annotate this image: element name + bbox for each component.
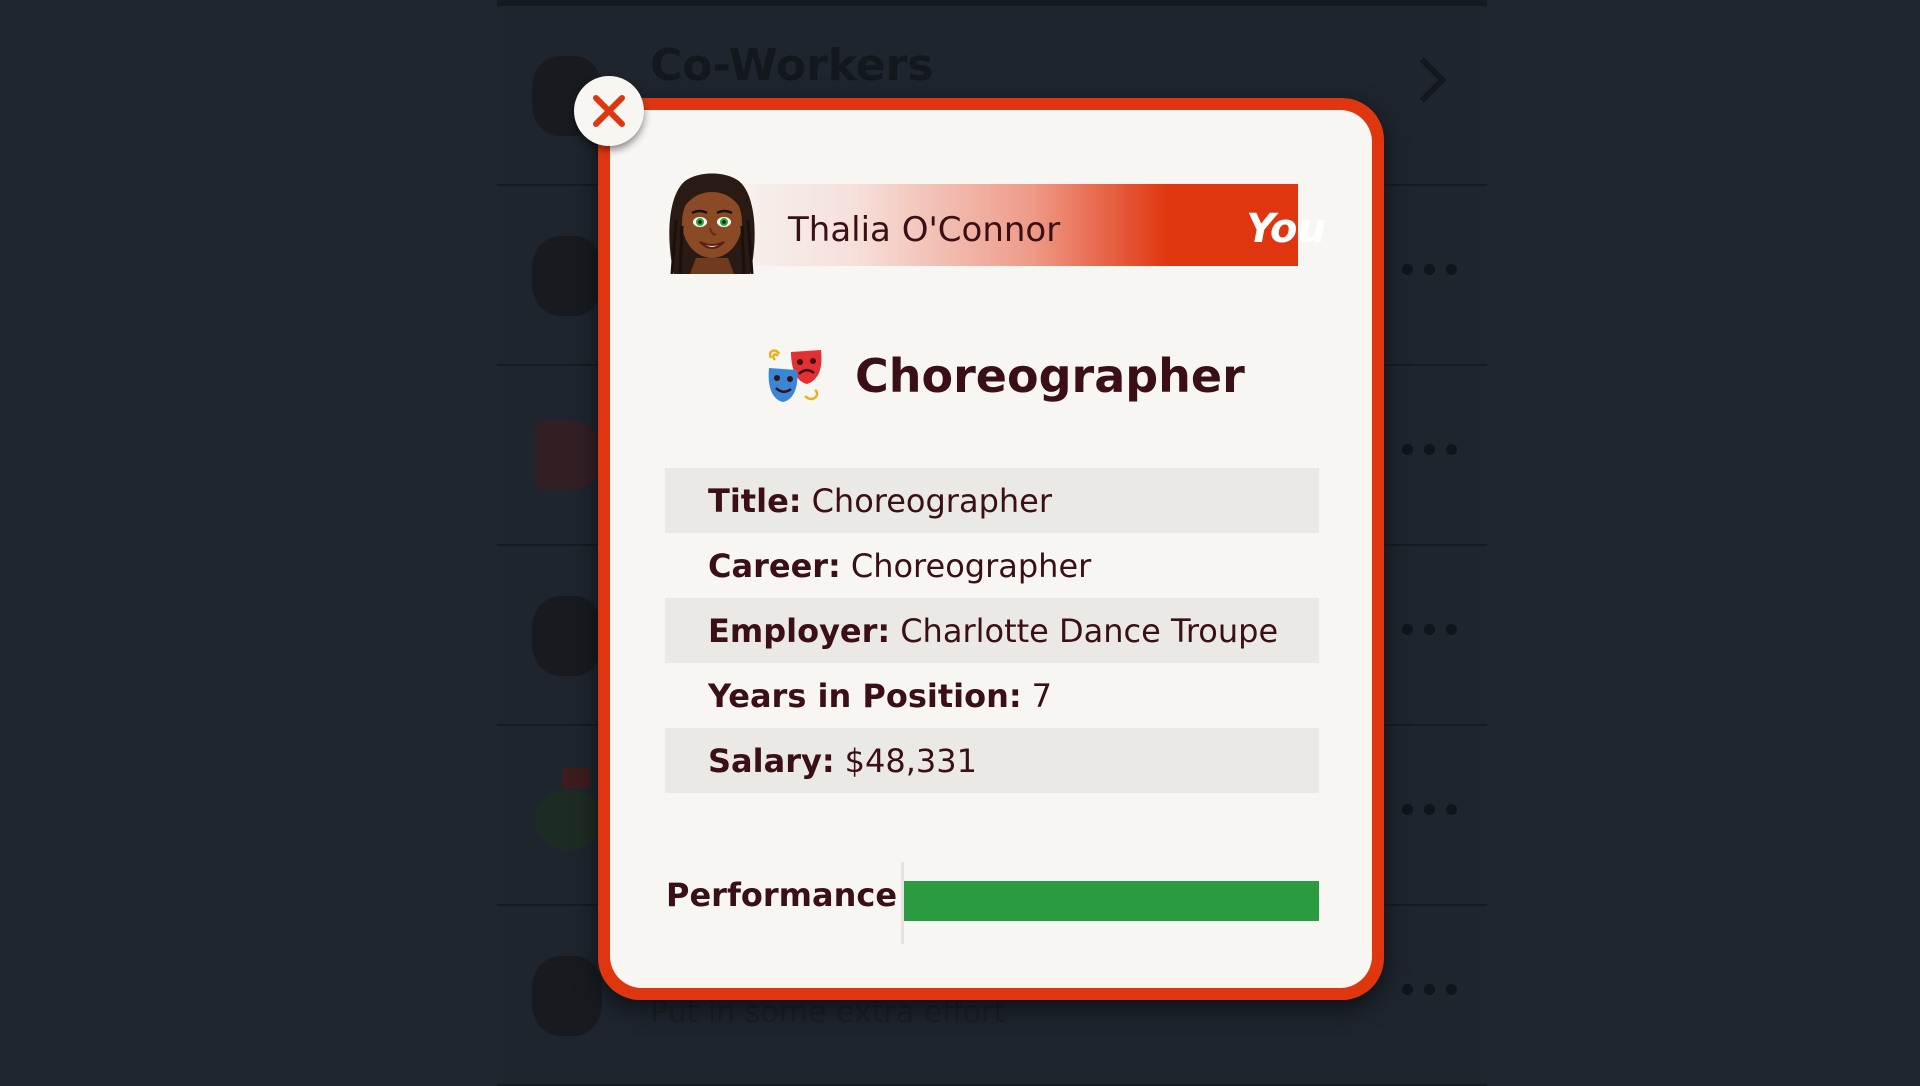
info-row-career: Career: Choreographer	[665, 533, 1319, 598]
effort-icon	[532, 956, 602, 1036]
close-button[interactable]	[574, 76, 644, 146]
info-label: Career:	[708, 546, 841, 585]
job-header: Choreographer	[765, 346, 1245, 406]
info-label: Employer:	[708, 611, 891, 650]
performance-label: Performance	[666, 876, 898, 914]
performance-bar-fill	[904, 881, 1319, 921]
info-value: Charlotte Dance Troupe	[900, 611, 1279, 650]
hourglass-icon	[532, 236, 602, 316]
job-info-table: Title: Choreographer Career: Choreograph…	[665, 468, 1319, 793]
performance-bar	[904, 881, 1319, 921]
megaphone-icon	[535, 420, 605, 490]
hands-icon	[532, 596, 602, 676]
more-options-icon	[1402, 804, 1457, 815]
flag-icon	[562, 768, 590, 788]
info-row-title: Title: Choreographer	[665, 468, 1319, 533]
you-badge: You	[1246, 206, 1326, 252]
more-options-icon	[1402, 444, 1457, 455]
job-title: Choreographer	[855, 349, 1245, 403]
info-label: Salary:	[708, 741, 835, 780]
info-row-salary: Salary: $48,331	[665, 728, 1319, 793]
avatar-icon	[669, 173, 755, 274]
background-row-subtext: Put in some extra effort	[650, 995, 1006, 1030]
info-label: Years in Position:	[708, 676, 1022, 715]
theater-masks-icon	[768, 349, 822, 402]
info-label: Title:	[708, 481, 802, 520]
dialog-card: Thalia O'Connor You Choreographer Title:…	[610, 110, 1372, 988]
close-icon	[593, 95, 625, 127]
info-value: 7	[1031, 676, 1053, 715]
more-options-icon	[1402, 264, 1457, 275]
job-details-dialog: Thalia O'Connor You Choreographer Title:…	[598, 98, 1384, 1000]
info-value: Choreographer	[811, 481, 1052, 520]
info-value: $48,331	[844, 741, 977, 780]
info-row-employer: Employer: Charlotte Dance Troupe	[665, 598, 1319, 663]
more-options-icon	[1402, 624, 1457, 635]
golf-icon	[535, 790, 605, 850]
info-value: Choreographer	[850, 546, 1092, 585]
info-row-years: Years in Position: 7	[665, 663, 1319, 728]
person-name: Thalia O'Connor	[788, 210, 1061, 250]
more-options-icon	[1402, 984, 1457, 995]
